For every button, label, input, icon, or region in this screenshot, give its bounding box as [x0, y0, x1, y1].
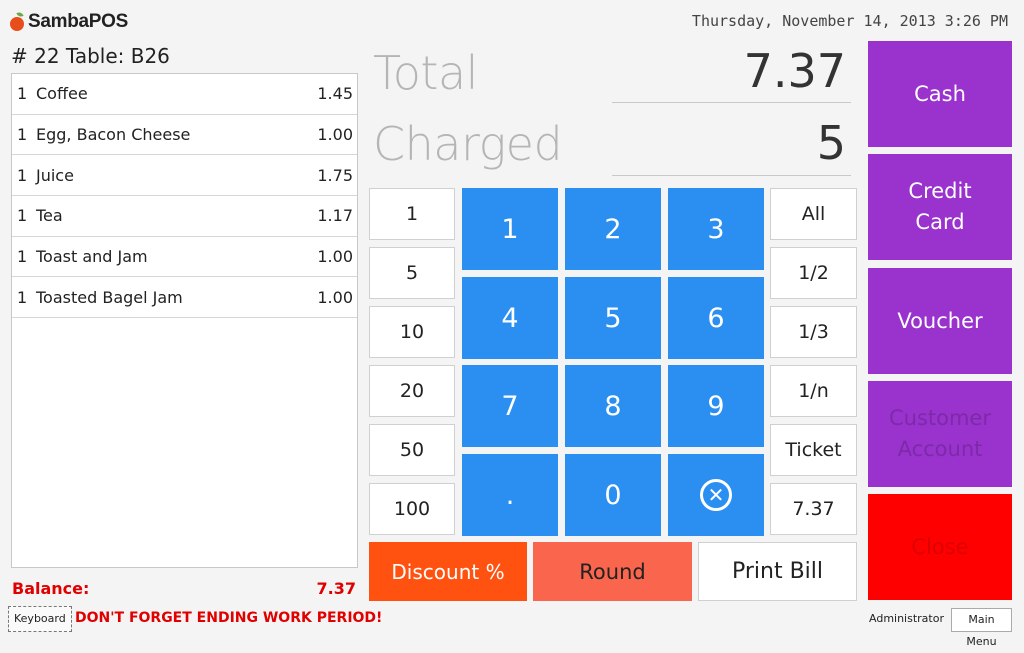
order-price: 1.17 [317, 206, 353, 226]
customer-account-label-line1: Customer [888, 406, 991, 430]
round-button[interactable]: Round [533, 542, 692, 601]
amount-100-button[interactable]: 100 [369, 483, 455, 535]
digit-5-button[interactable]: 5 [565, 277, 661, 359]
amount-50-button[interactable]: 50 [369, 424, 455, 476]
ticket-title: # 22 Table: B26 [11, 44, 170, 68]
clear-icon: ✕ [700, 479, 732, 511]
digit-3-button[interactable]: 3 [668, 188, 764, 270]
order-price: 1.00 [317, 125, 353, 145]
keyboard-button[interactable]: Keyboard [8, 606, 72, 632]
order-list: 1 Coffee 1.45 1 Egg, Bacon Cheese 1.00 1… [11, 73, 358, 568]
digit-4-button[interactable]: 4 [462, 277, 558, 359]
order-row[interactable]: 1 Toast and Jam 1.00 [12, 237, 357, 278]
split-third-button[interactable]: 1/3 [770, 306, 857, 358]
order-name: Tea [36, 206, 63, 226]
order-qty: 1 [17, 287, 28, 307]
amount-1-button[interactable]: 1 [369, 188, 455, 240]
order-price: 1.00 [317, 247, 353, 267]
order-name: Coffee [36, 84, 88, 104]
total-value: 7.37 [743, 44, 846, 98]
cash-button[interactable]: Cash [868, 41, 1012, 147]
order-price: 1.00 [317, 287, 353, 307]
order-row[interactable]: 1 Toasted Bagel Jam 1.00 [12, 277, 357, 319]
digit-6-button[interactable]: 6 [668, 277, 764, 359]
customer-account-button[interactable]: Customer Account [868, 381, 1012, 487]
balance-label: Balance: [12, 579, 90, 598]
datetime-display: Thursday, November 14, 2013 3:26 PM [691, 12, 1008, 30]
order-qty: 1 [17, 165, 28, 185]
order-row[interactable]: 1 Tea 1.17 [12, 196, 357, 237]
discount-percent-button[interactable]: Discount % [369, 542, 527, 601]
split-ticket-button[interactable]: Ticket [770, 424, 857, 476]
app-name: SambaPOS [28, 11, 129, 32]
order-name: Toasted Bagel Jam [36, 287, 183, 307]
split-all-button[interactable]: All [770, 188, 857, 240]
order-row[interactable]: 1 Juice 1.75 [12, 155, 357, 197]
remaining-amount-button[interactable]: 7.37 [770, 483, 857, 535]
order-row[interactable]: 1 Egg, Bacon Cheese 1.00 [12, 115, 357, 156]
balance-value: 7.37 [316, 579, 356, 598]
current-user: Administrator [869, 612, 944, 625]
order-name: Egg, Bacon Cheese [36, 125, 191, 145]
digit-0-button[interactable]: 0 [565, 454, 661, 536]
charged-input[interactable]: 5 [612, 116, 846, 170]
digit-7-button[interactable]: 7 [462, 365, 558, 447]
main-menu-button[interactable]: Main Menu [951, 608, 1012, 648]
order-price: 1.45 [317, 84, 353, 104]
order-price: 1.75 [317, 165, 353, 185]
credit-card-button[interactable]: Credit Card [868, 154, 1012, 260]
credit-card-label-line1: Credit [908, 179, 972, 203]
order-name: Juice [36, 165, 74, 185]
total-divider [612, 102, 851, 103]
charged-divider [612, 175, 851, 176]
order-qty: 1 [17, 125, 28, 145]
order-qty: 1 [17, 247, 28, 267]
voucher-button[interactable]: Voucher [868, 268, 1012, 374]
amount-5-button[interactable]: 5 [369, 247, 455, 299]
digit-1-button[interactable]: 1 [462, 188, 558, 270]
credit-card-label-line2: Card [915, 210, 965, 234]
order-name: Toast and Jam [36, 247, 148, 267]
clear-button[interactable]: ✕ [668, 454, 764, 536]
total-label: Total [373, 46, 478, 100]
amount-20-button[interactable]: 20 [369, 365, 455, 417]
order-qty: 1 [17, 206, 28, 226]
app-logo: SambaPOS [10, 8, 128, 36]
order-qty: 1 [17, 84, 28, 104]
logo-icon [10, 17, 24, 31]
digit-9-button[interactable]: 9 [668, 365, 764, 447]
digit-2-button[interactable]: 2 [565, 188, 661, 270]
customer-account-label-line2: Account [897, 437, 983, 461]
split-half-button[interactable]: 1/2 [770, 247, 857, 299]
close-button[interactable]: Close [868, 494, 1012, 600]
digit-8-button[interactable]: 8 [565, 365, 661, 447]
work-period-warning: DON'T FORGET ENDING WORK PERIOD! [75, 610, 383, 626]
decimal-point-button[interactable]: . [462, 454, 558, 536]
amount-10-button[interactable]: 10 [369, 306, 455, 358]
print-bill-button[interactable]: Print Bill [698, 542, 857, 601]
charged-label: Charged [373, 117, 563, 171]
order-row[interactable]: 1 Coffee 1.45 [12, 74, 357, 115]
split-n-button[interactable]: 1/n [770, 365, 857, 417]
